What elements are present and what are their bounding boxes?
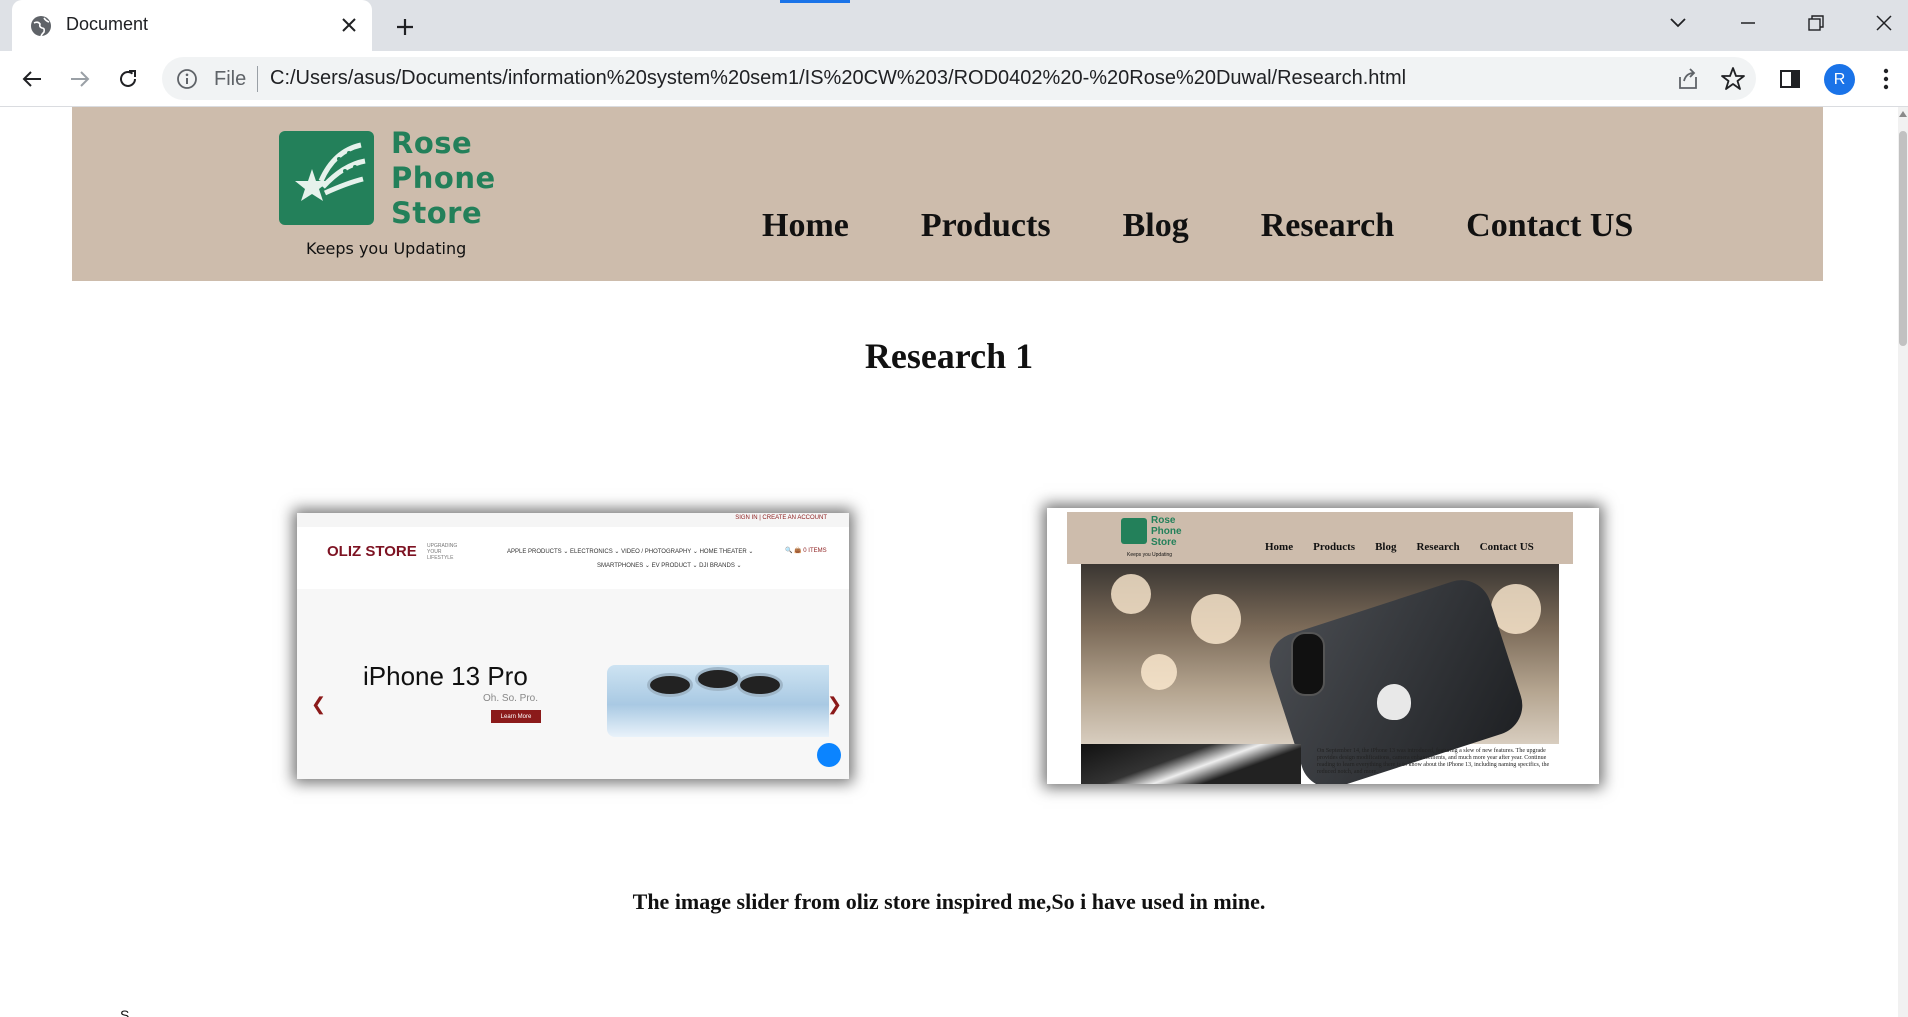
bokeh-light	[1141, 654, 1177, 690]
oliz-store-screenshot: SIGN IN | CREATE AN ACCOUNT OLIZ STORE U…	[297, 513, 849, 779]
tab-title: Document	[66, 14, 149, 34]
loading-indicator	[780, 0, 850, 3]
minimize-button[interactable]	[1730, 8, 1766, 38]
side-panel-button[interactable]	[1774, 63, 1806, 95]
nav-contact[interactable]: Contact US	[1466, 207, 1633, 245]
page-scrollbar[interactable]	[1898, 107, 1908, 1017]
rose-mini-body-text: On September 14, the iPhone 13 was intro…	[1317, 748, 1550, 775]
rose-mini-nav-item: Home	[1265, 541, 1294, 553]
new-tab-button[interactable]	[390, 12, 420, 42]
oliz-hero-subtitle: Oh. So. Pro.	[483, 693, 539, 704]
close-icon	[1876, 15, 1892, 31]
oliz-learn-more-button: Learn More	[491, 710, 541, 723]
address-separator	[257, 66, 258, 92]
menu-button[interactable]	[1870, 63, 1902, 95]
reload-button[interactable]	[112, 63, 144, 95]
slider-next-icon: ❯	[827, 694, 843, 714]
logo-wordmark: Rose Phone Store	[391, 126, 496, 231]
rose-mini-logo-wordmark: Rose Phone Store	[1151, 515, 1182, 548]
profile-avatar[interactable]: R	[1824, 64, 1855, 95]
address-bar[interactable]: File C:/Users/asus/Documents/information…	[162, 57, 1756, 100]
oliz-topbar: SIGN IN | CREATE AN ACCOUNT	[297, 513, 849, 527]
main-nav: Home Products Blog Research Contact US	[762, 207, 1633, 245]
nav-blog[interactable]: Blog	[1123, 207, 1189, 245]
rose-mini-nav-item: Research	[1416, 541, 1460, 553]
close-tab-button[interactable]	[336, 12, 362, 38]
address-url[interactable]: C:/Users/asus/Documents/information%20sy…	[270, 67, 1406, 90]
bokeh-light	[1111, 574, 1151, 614]
messenger-icon	[817, 743, 841, 767]
browser-tabstrip: Document	[0, 0, 1908, 51]
close-icon	[342, 18, 356, 32]
logo-icon[interactable]	[279, 131, 374, 225]
scrollbar-thumb[interactable]	[1899, 131, 1907, 346]
page-title: Research 1	[864, 336, 1034, 376]
rose-mini-nav-item: Contact US	[1479, 541, 1534, 553]
restore-icon	[1808, 15, 1824, 31]
rose-mini-tagline: Keeps you Updating	[1127, 552, 1173, 558]
oliz-logo-sub: UPGRADING YOUR LIFESTYLE	[427, 543, 458, 561]
research-caption: The image slider from oliz store inspire…	[632, 889, 1266, 914]
oliz-top-links: SIGN IN | CREATE AN ACCOUNT	[735, 515, 827, 521]
oliz-menu-row: SMARTPHONES ⌄ EV PRODUCT ⌄ DJI BRANDS ⌄	[597, 563, 742, 569]
logo-tagline: Keeps you Updating	[306, 239, 467, 258]
bokeh-light	[1191, 594, 1241, 644]
minimize-icon	[1741, 22, 1755, 24]
logo-word: Store	[391, 196, 483, 230]
back-button[interactable]	[16, 63, 48, 95]
nav-home[interactable]: Home	[762, 207, 849, 245]
share-icon[interactable]	[1676, 67, 1700, 91]
restore-button[interactable]	[1798, 8, 1834, 38]
rose-mini-nav-item: Products	[1313, 541, 1356, 553]
arrow-left-icon	[22, 71, 41, 87]
oliz-logo: OLIZ STORE	[327, 543, 417, 560]
camera-lens	[647, 673, 693, 697]
plus-icon	[397, 19, 413, 35]
more-vertical-icon	[1883, 68, 1889, 90]
close-window-button[interactable]	[1866, 8, 1902, 38]
oliz-cart-count: 0 ITEMS	[803, 548, 827, 554]
address-scheme-label: File	[214, 68, 247, 90]
globe-icon	[31, 16, 51, 37]
iphone-thumbnail	[1081, 744, 1301, 784]
rose-mini-nav: Home Products Blog Research Contact US	[1265, 541, 1534, 553]
nav-research[interactable]: Research	[1261, 207, 1394, 245]
arrow-right-icon	[71, 71, 90, 87]
browser-tab[interactable]: Document	[12, 0, 372, 51]
apple-logo-icon	[1377, 684, 1411, 720]
oliz-hero-slider: iPhone 13 Pro Oh. So. Pro. Learn More ❮ …	[297, 589, 849, 779]
forward-button[interactable]	[64, 63, 96, 95]
oliz-cart: 🔍 👜 0 ITEMS	[785, 548, 827, 554]
browser-toolbar: File C:/Users/asus/Documents/information…	[0, 51, 1908, 107]
scroll-up-icon[interactable]	[1899, 111, 1907, 117]
chevron-down-icon	[1670, 18, 1686, 28]
camera-lens	[737, 673, 783, 697]
info-icon[interactable]	[176, 68, 198, 90]
iphone-camera	[1291, 632, 1325, 696]
oliz-menu-row: APPLE PRODUCTS ⌄ ELECTRONICS ⌄ VIDEO / P…	[507, 549, 754, 555]
oliz-hero-title: iPhone 13 Pro	[363, 661, 528, 691]
logo-word: Store	[1151, 537, 1177, 548]
tab-search-button[interactable]	[1660, 8, 1696, 38]
logo-word: Rose	[1151, 515, 1176, 526]
logo-word: Rose	[391, 126, 473, 160]
rose-mini-header: Rose Phone Store Keeps you Updating Home…	[1067, 512, 1573, 564]
nav-products[interactable]: Products	[921, 207, 1051, 245]
site-header: Rose Phone Store Keeps you Updating Home…	[72, 107, 1823, 281]
slider-prev-icon: ❮	[311, 694, 327, 714]
rose-mini-nav-item: Blog	[1375, 541, 1397, 553]
rose-mini-logo-icon	[1121, 518, 1147, 544]
shooting-star-icon	[295, 142, 366, 201]
reload-icon	[120, 70, 136, 87]
rose-store-screenshot: Rose Phone Store Keeps you Updating Home…	[1047, 508, 1599, 784]
iphone-camera-image	[607, 665, 829, 737]
page-viewport: Rose Phone Store Keeps you Updating Home…	[0, 107, 1898, 1017]
side-panel-icon	[1780, 70, 1800, 88]
camera-lens	[695, 667, 741, 691]
logo-word: Phone	[1151, 526, 1182, 537]
iphone-back-photo	[1081, 564, 1559, 784]
logo-word: Phone	[391, 161, 496, 195]
star-icon[interactable]	[1720, 66, 1746, 92]
cut-off-text: S	[120, 1007, 130, 1017]
